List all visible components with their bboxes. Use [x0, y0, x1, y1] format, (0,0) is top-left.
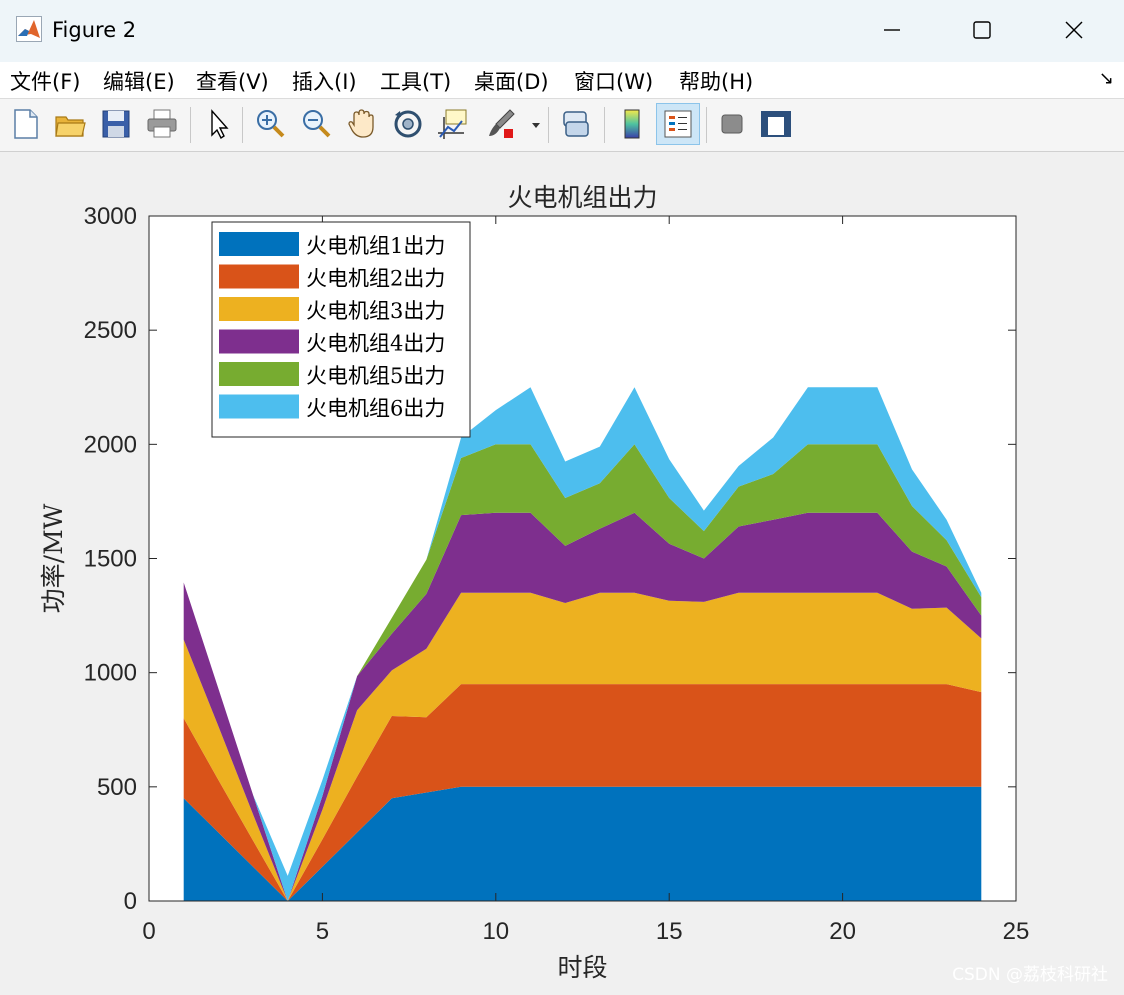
- x-tick-label: 0: [142, 918, 155, 945]
- toolbar-separator: [706, 107, 707, 143]
- window-title: Figure 2: [52, 18, 137, 42]
- rotate-3d-icon[interactable]: [390, 105, 426, 143]
- y-tick-label: 500: [97, 774, 137, 801]
- x-tick-label: 15: [656, 918, 683, 945]
- hide-plot-tools-icon[interactable]: [714, 105, 750, 143]
- y-tick-label: 3000: [84, 203, 137, 230]
- menu-window[interactable]: 窗口(W): [574, 66, 653, 96]
- link-plot-icon[interactable]: [558, 105, 594, 143]
- toolbar-separator: [604, 107, 605, 143]
- legend-label: 火电机组1出力: [306, 234, 445, 258]
- y-tick-label: 2500: [84, 317, 137, 344]
- minimize-button[interactable]: [862, 8, 922, 52]
- toolbar-separator: [190, 107, 191, 143]
- new-figure-icon[interactable]: [8, 105, 44, 143]
- x-tick-label: 20: [829, 918, 856, 945]
- matlab-logo-icon: [16, 16, 42, 42]
- legend[interactable]: 火电机组1出力火电机组2出力火电机组3出力火电机组4出力火电机组5出力火电机组6…: [211, 221, 471, 438]
- figure-toolbar: [0, 99, 1124, 152]
- legend-label: 火电机组5出力: [306, 364, 445, 388]
- menu-desktop[interactable]: 桌面(D): [474, 66, 549, 96]
- watermark: CSDN @荔枝科研社: [952, 965, 1108, 985]
- y-tick-label: 1500: [84, 546, 137, 573]
- menu-tools[interactable]: 工具(T): [380, 66, 451, 96]
- close-icon: [1065, 21, 1083, 39]
- toolbar-separator: [242, 107, 243, 143]
- y-tick-label: 1000: [84, 660, 137, 687]
- legend-swatch: [219, 394, 299, 419]
- pan-hand-icon[interactable]: [344, 105, 380, 143]
- x-tick-label: 5: [316, 918, 329, 945]
- legend-label: 火电机组4出力: [306, 332, 445, 356]
- menu-file[interactable]: 文件(F): [10, 66, 80, 96]
- print-icon[interactable]: [144, 105, 180, 143]
- legend-button[interactable]: [656, 103, 700, 145]
- legend-swatch: [219, 329, 299, 354]
- brush-icon[interactable]: [484, 105, 520, 143]
- menu-bar: 文件(F) 编辑(E) 查看(V) 插入(I) 工具(T) 桌面(D) 窗口(W…: [0, 62, 1124, 99]
- legend-swatch: [219, 232, 299, 256]
- x-tick-label: 25: [1003, 918, 1030, 945]
- chevron-down-icon[interactable]: [530, 119, 542, 131]
- title-bar: Figure 2: [0, 0, 1124, 62]
- save-icon[interactable]: [98, 105, 134, 143]
- menu-view[interactable]: 查看(V): [196, 66, 269, 96]
- toolbar-separator: [548, 107, 549, 143]
- legend-swatch: [219, 264, 299, 289]
- legend-label: 火电机组6出力: [306, 397, 445, 421]
- dock-arrow-icon[interactable]: ↘: [1099, 68, 1114, 89]
- y-tick-label: 2000: [84, 431, 137, 458]
- show-plot-tools-icon[interactable]: [758, 105, 794, 143]
- y-axis-label: 功率/MW: [39, 503, 68, 613]
- menu-help[interactable]: 帮助(H): [679, 66, 753, 96]
- legend-icon: [664, 110, 692, 138]
- chart-title: 火电机组出力: [507, 183, 657, 212]
- legend-swatch: [219, 362, 299, 386]
- minimize-icon: [884, 29, 900, 31]
- figure-canvas: 0 5 10 15 20 25 0 500 1000 1500 2000 2500 3000 火电机组出…: [0, 152, 1124, 995]
- open-file-icon[interactable]: [52, 105, 88, 143]
- legend-label: 火电机组2出力: [306, 267, 445, 291]
- legend-swatch: [219, 297, 299, 321]
- x-tick-label: 10: [482, 918, 509, 945]
- zoom-in-icon[interactable]: [252, 105, 288, 143]
- x-axis-label: 时段: [557, 953, 607, 982]
- pointer-icon[interactable]: [200, 105, 236, 143]
- menu-insert[interactable]: 插入(I): [292, 66, 357, 96]
- zoom-out-icon[interactable]: [298, 105, 334, 143]
- maximize-icon: [973, 21, 991, 39]
- chart[interactable]: 0 5 10 15 20 25 0 500 1000 1500 2000 2500 3000 火电机组出…: [0, 152, 1124, 995]
- close-button[interactable]: [1044, 8, 1104, 52]
- maximize-button[interactable]: [952, 8, 1012, 52]
- y-tick-label: 0: [124, 888, 137, 915]
- legend-label: 火电机组3出力: [306, 299, 445, 323]
- colorbar-icon[interactable]: [614, 105, 650, 143]
- menu-edit[interactable]: 编辑(E): [103, 66, 175, 96]
- data-cursor-icon[interactable]: [436, 105, 472, 143]
